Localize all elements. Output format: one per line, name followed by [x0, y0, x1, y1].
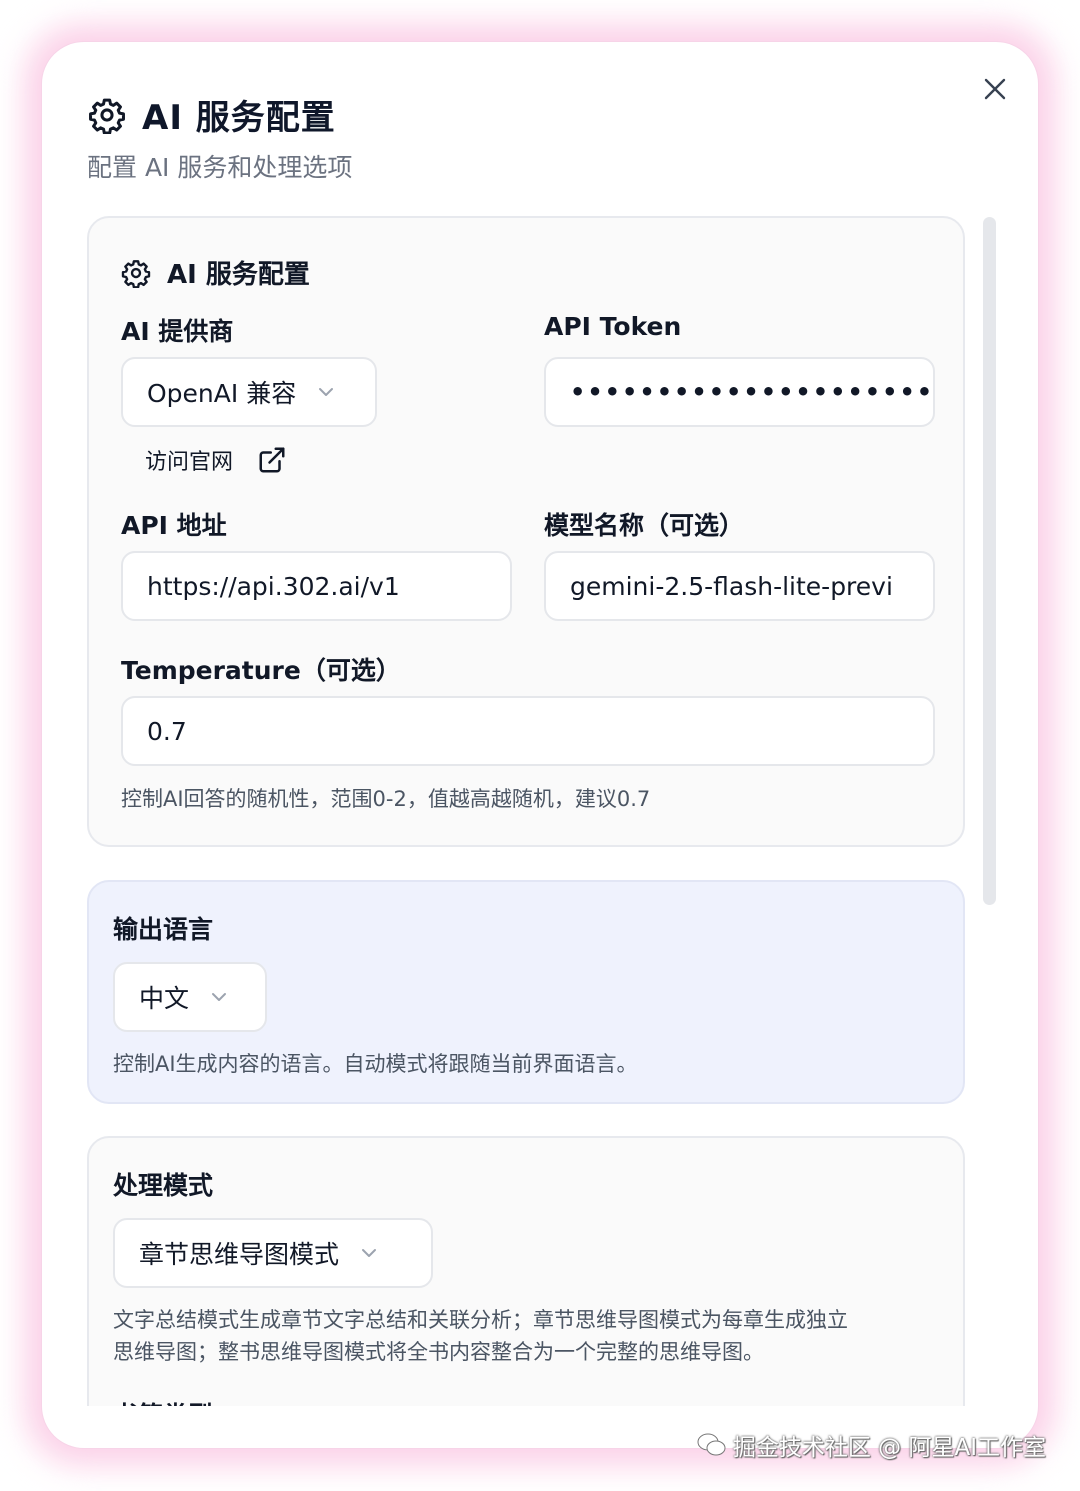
dialog-subtitle: 配置 AI 服务和处理选项 — [87, 153, 353, 182]
scrollbar-thumb[interactable] — [983, 217, 996, 905]
output-language-select[interactable]: 中文 — [113, 962, 267, 1032]
dialog-header: AI 服务配置 — [88, 90, 336, 139]
settings-dialog: AI 服务配置 配置 AI 服务和处理选项 AI 服务配置 AI 提供商 Ope… — [42, 42, 1038, 1448]
processing-mode-select[interactable]: 章节思维导图模式 — [113, 1218, 433, 1288]
visit-website-link[interactable]: 访问官网 — [145, 444, 287, 476]
ai-card-title: AI 服务配置 — [167, 260, 310, 290]
temperature-label: Temperature（可选） — [121, 656, 401, 685]
dialog-title: AI 服务配置 — [142, 98, 336, 138]
temperature-help: 控制AI回答的随机性，范围0-2，值越高越随机，建议0.7 — [121, 787, 651, 811]
processing-mode-help-line1: 文字总结模式生成章节文字总结和关联分析；章节思维导图模式为每章生成独立 — [113, 1308, 848, 1332]
model-name-input[interactable]: gemini-2.5-flash-lite-previ — [544, 551, 935, 621]
api-token-input[interactable]: •••••••••••••••••••••••••• — [544, 357, 935, 427]
output-language-card: 输出语言 中文 控制AI生成内容的语言。自动模式将跟随当前界面语言。 — [87, 880, 965, 1104]
processing-mode-label: 处理模式 — [113, 1171, 214, 1200]
temperature-input[interactable]: 0.7 — [121, 696, 935, 766]
gear-icon — [121, 259, 151, 288]
output-language-value: 中文 — [139, 984, 190, 1013]
chevron-down-icon — [316, 382, 336, 402]
watermark-text: 掘金技术社区 @ 阿星AI工作室 — [732, 1435, 1046, 1461]
chevron-down-icon — [209, 987, 229, 1007]
output-language-label: 输出语言 — [113, 915, 214, 944]
provider-value: OpenAI 兼容 — [147, 379, 297, 408]
ai-service-card: AI 服务配置 AI 提供商 OpenAI 兼容 访问官网 API Token — [87, 216, 965, 847]
wechat-icon — [697, 1432, 727, 1458]
watermark: 掘金技术社区 @ 阿星AI工作室 — [697, 1428, 1046, 1462]
api-address-label: API 地址 — [121, 511, 227, 540]
gear-icon — [89, 98, 125, 134]
close-icon — [984, 78, 1006, 100]
model-name-label: 模型名称（可选） — [544, 511, 745, 540]
settings-scroll-area[interactable]: AI 服务配置 AI 提供商 OpenAI 兼容 访问官网 API Token — [87, 216, 967, 1406]
output-language-help: 控制AI生成内容的语言。自动模式将跟随当前界面语言。 — [113, 1052, 638, 1076]
token-label: API Token — [544, 312, 682, 341]
external-link-icon — [257, 445, 287, 475]
provider-select[interactable]: OpenAI 兼容 — [121, 357, 377, 427]
visit-website-text: 访问官网 — [145, 450, 234, 475]
book-type-label: 书籍类型 — [113, 1396, 213, 1406]
ai-card-header: AI 服务配置 — [121, 254, 310, 291]
provider-label: AI 提供商 — [121, 317, 234, 346]
chevron-down-icon — [359, 1243, 379, 1263]
processing-mode-card: 处理模式 章节思维导图模式 文字总结模式生成章节文字总结和关联分析；章节思维导图… — [87, 1136, 965, 1406]
processing-mode-help-line2: 思维导图；整书思维导图模式将全书内容整合为一个完整的思维导图。 — [113, 1340, 764, 1364]
close-button[interactable] — [978, 72, 1012, 106]
processing-mode-value: 章节思维导图模式 — [139, 1240, 340, 1269]
api-address-input[interactable]: https://api.302.ai/v1 — [121, 551, 512, 621]
